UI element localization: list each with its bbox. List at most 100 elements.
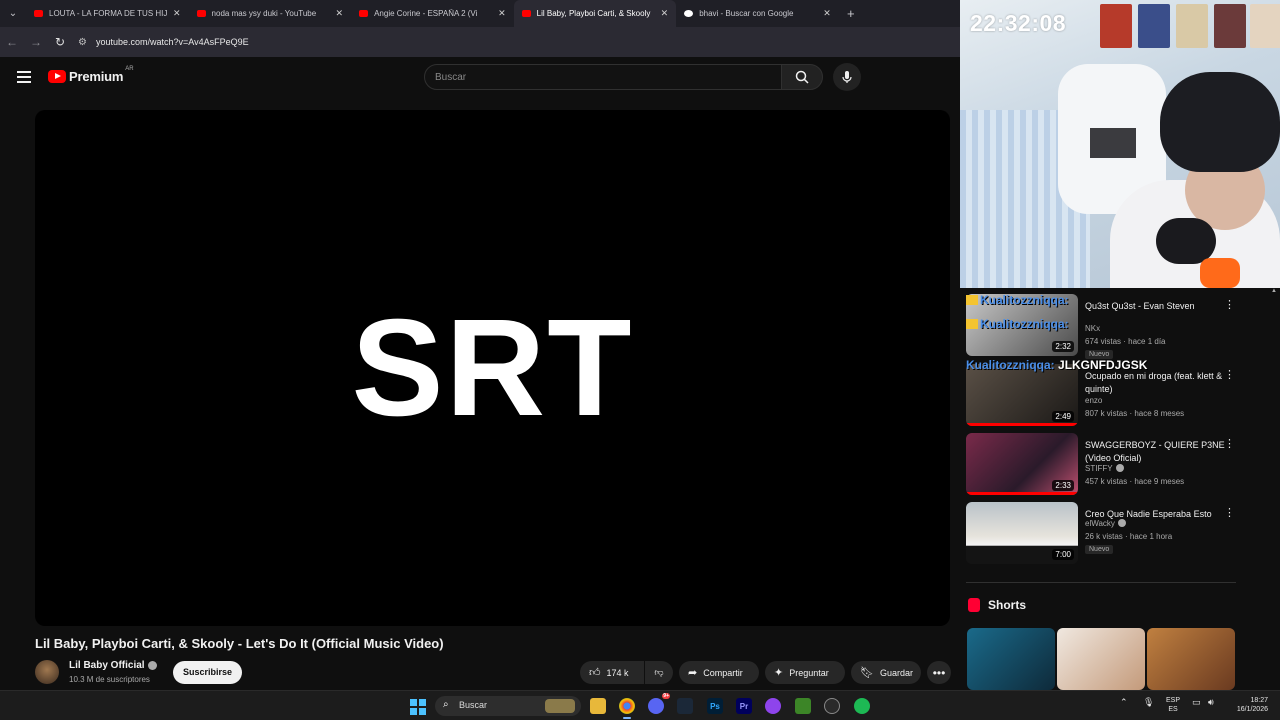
wall-poster [1176, 4, 1208, 48]
app-icon[interactable] [824, 698, 840, 714]
windows-start-icon[interactable] [410, 699, 426, 715]
close-tab-icon[interactable]: ✕ [823, 8, 831, 19]
crown-icon [966, 319, 978, 329]
chat-user: Kualitozzniqqa: [980, 293, 1069, 307]
scroll-up-icon[interactable]: ▲ [1270, 288, 1278, 294]
microphone-icon[interactable]: 🎙︎ [1143, 697, 1154, 708]
subscribe-button[interactable]: Suscribirse [173, 661, 242, 684]
sidebar-video-item[interactable]: 2:33 SWAGGERBOYZ - QUIERE P3NE (Video Of… [966, 433, 1240, 499]
channel-avatar[interactable] [35, 660, 59, 684]
sparkle-icon: ✦ [774, 667, 784, 679]
more-vertical-icon[interactable]: ⋮ [1224, 298, 1235, 311]
language-indicator[interactable]: ESP ES [1166, 696, 1180, 714]
sidebar-video-item[interactable]: 7:00 Creo Que Nadie Esperaba Esto elWack… [966, 502, 1240, 568]
chevron-up-icon[interactable]: ⌃ [1120, 697, 1128, 708]
file-explorer-icon[interactable] [590, 698, 606, 714]
more-actions-button[interactable]: ••• [927, 661, 951, 684]
active-app-indicator [623, 717, 631, 719]
short-thumbnail[interactable] [1147, 628, 1235, 690]
search-button[interactable] [781, 64, 823, 90]
browser-tab[interactable]: LOUTA - LA FORMA DE TUS HIJOS ✕ [26, 0, 189, 27]
language-bottom: ES [1168, 706, 1178, 713]
save-button[interactable]: 🔖︎ Guardar [851, 661, 921, 684]
youtube-icon [359, 10, 369, 17]
tab-title: LOUTA - LA FORMA DE TUS HIJOS [49, 9, 167, 18]
system-clock[interactable]: 18:27 16/1/2026 [1226, 696, 1268, 714]
back-icon[interactable]: ← [0, 35, 24, 49]
sidebar-video-item[interactable]: 2:49 Ocupado en mi droga (feat. klett & … [966, 364, 1240, 430]
voice-search-button[interactable] [833, 63, 861, 91]
url-text: youtube.com/watch?v=Av4AsFPeQ9E [96, 37, 249, 47]
volume-icon[interactable]: 🔊︎ [1208, 697, 1214, 708]
search-icon [795, 70, 809, 84]
more-vertical-icon[interactable]: ⋮ [1224, 506, 1235, 519]
tab-list-chevron-icon[interactable]: ⌄ [0, 0, 26, 27]
spotify-icon[interactable] [854, 698, 870, 714]
close-tab-icon[interactable]: ✕ [336, 8, 344, 19]
close-tab-icon[interactable]: ✕ [498, 8, 506, 19]
video-thumbnail[interactable]: 2:33 [966, 433, 1078, 495]
clock-time: 18:27 [1250, 697, 1268, 704]
more-vertical-icon[interactable]: ⋮ [1224, 437, 1235, 450]
close-tab-icon[interactable]: ✕ [173, 8, 181, 19]
new-tab-icon[interactable]: + [839, 6, 863, 21]
premiere-icon[interactable]: Pr [736, 698, 752, 714]
site-info-icon[interactable]: ⚙ [78, 37, 92, 48]
browser-tab[interactable]: Angie Corine - ESPAÑA 2 (Vi ✕ [351, 0, 514, 27]
search-highlight-image [545, 699, 575, 713]
sidebar-video-meta: 807 k vistas · hace 8 meses [1085, 409, 1185, 418]
stream-clock: 22:32:08 [970, 10, 1067, 36]
minecraft-icon[interactable] [795, 698, 811, 714]
search-input[interactable]: Buscar [424, 64, 782, 90]
youtube-icon [196, 10, 206, 17]
network-icon[interactable]: ▭ [1192, 697, 1201, 708]
menu-icon[interactable] [17, 71, 31, 86]
verified-icon [1117, 519, 1126, 527]
chat-user: Kualitozzniqqa: [980, 317, 1069, 331]
url-field[interactable]: ⚙ youtube.com/watch?v=Av4AsFPeQ9E [78, 31, 938, 53]
shorts-header: Shorts [968, 598, 1026, 612]
video-player[interactable]: SRT [35, 110, 950, 626]
share-label: Compartir [703, 667, 743, 678]
shorts-icon [968, 598, 980, 612]
reload-icon[interactable]: ↻ [48, 35, 72, 49]
like-button[interactable]: 👍︎ 174 k [580, 661, 644, 684]
app-icon[interactable] [765, 698, 781, 714]
youtube-logo[interactable]: Premium AR [48, 66, 134, 84]
browser-tab[interactable]: noda mas ysy duki - YouTube ✕ [189, 0, 352, 27]
ask-button[interactable]: ✦ Preguntar [765, 661, 845, 684]
more-vertical-icon[interactable]: ⋮ [1224, 368, 1235, 381]
sidebar-video-title: SWAGGERBOYZ - QUIERE P3NE (Video Oficial… [1085, 440, 1225, 463]
short-thumbnail[interactable] [967, 628, 1055, 690]
chrome-icon[interactable] [619, 698, 635, 714]
short-thumbnail[interactable] [1057, 628, 1145, 690]
discord-icon[interactable]: 9+ [648, 693, 670, 714]
video-thumbnail[interactable]: 2:49 [966, 364, 1078, 426]
photoshop-icon[interactable]: Ps [707, 698, 723, 714]
sidebar-channel-name: elWacky [1085, 519, 1126, 528]
channel-name[interactable]: Lil Baby Official [69, 660, 145, 671]
video-overlay-text: SRT [351, 290, 634, 445]
clock-date: 16/1/2026 [1236, 706, 1268, 713]
bookmark-icon: 🔖︎ [860, 667, 874, 679]
sidebar-scrollbar[interactable]: ▲ [1270, 288, 1278, 688]
browser-tab-active[interactable]: Lil Baby, Playboi Carti, & Skooly ✕ [513, 0, 677, 27]
watch-progress-bar [966, 492, 1078, 495]
sidebar-video-meta: 26 k vistas · hace 1 hora [1085, 532, 1173, 541]
wall-poster [1100, 4, 1132, 48]
sidebar-video-meta: 457 k vistas · hace 9 meses [1085, 477, 1185, 486]
verified-icon [148, 661, 157, 670]
browser-tab[interactable]: bhavi - Buscar con Google ✕ [676, 0, 839, 27]
dislike-button[interactable]: 👎︎ [645, 661, 673, 684]
taskbar-search[interactable]: ⌕ Buscar [435, 696, 581, 716]
share-button[interactable]: ➦ Compartir [679, 661, 759, 684]
tab-title: Angie Corine - ESPAÑA 2 (Vi [374, 9, 478, 18]
forward-icon[interactable]: → [24, 35, 48, 49]
chat-text: JLKGNFDJGSK [1058, 358, 1148, 372]
country-code: AR [125, 66, 134, 72]
video-thumbnail[interactable]: 7:00 [966, 502, 1078, 564]
tab-title: Lil Baby, Playboi Carti, & Skooly [536, 9, 651, 18]
steam-icon[interactable] [677, 698, 693, 714]
close-tab-icon[interactable]: ✕ [661, 8, 669, 19]
microphone-shape [1156, 218, 1216, 264]
